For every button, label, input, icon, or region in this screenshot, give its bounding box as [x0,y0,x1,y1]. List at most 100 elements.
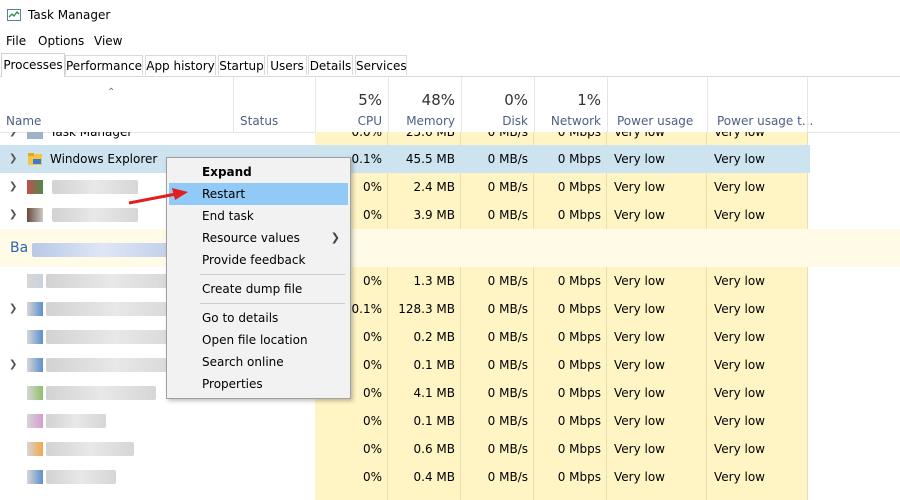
chevron-right-icon: ❯ [330,231,340,244]
cell-network: 0 Mbps [557,442,601,456]
table-row[interactable]: 0% 0.4 MB 0 MB/s 0 Mbps Very low Very low [0,463,810,491]
cell-power: Very low [614,470,665,484]
menu-item-open-file-location[interactable]: Open file location [169,329,348,351]
folder-icon [28,153,42,165]
menu-view[interactable]: View [94,34,122,48]
cell-cpu: 0% [362,470,382,484]
task-manager-icon [7,9,21,21]
group-label: Ba [10,240,29,256]
blurred-name [46,414,106,428]
cell-disk: 0 MB/s [487,358,528,372]
tab-processes[interactable]: Processes [1,53,65,77]
red-arrow-annotation [128,188,188,205]
cell-network: 0 Mbps [557,414,601,428]
cell-trend: Very low [714,302,765,316]
cell-memory: 4.1 MB [413,386,455,400]
cell-cpu: 0% [362,414,382,428]
cell-disk: 0 MB/s [487,442,528,456]
menu-item-expand[interactable]: Expand [169,161,348,183]
table-row[interactable]: ❯ 0% 0.1 MB 0 MB/s 0 Mbps Very low Very low [0,351,810,379]
table-row[interactable]: 0% 0.6 MB 0 MB/s 0 Mbps Very low Very low [0,435,810,463]
cell-power: Very low [614,386,665,400]
cell-trend: Very low [714,470,765,484]
table-row-windows-explorer[interactable]: ❯ Windows Explorer 0.1% 45.5 MB 0 MB/s 0… [0,145,810,173]
table-row[interactable]: ❯ 0% 2.4 MB 0 MB/s 0 Mbps Very low Very … [0,173,810,201]
group-header[interactable]: Ba [0,229,900,267]
cell-network: 0 Mbps [557,358,601,372]
cell-network: 0 Mbps [557,330,601,344]
app-icon [27,470,43,484]
cell-network: 0 Mbps [557,274,601,288]
cell-memory: 0.6 MB [413,442,455,456]
cell-memory: 128.3 MB [398,302,455,316]
menu-item-end-task[interactable]: End task [169,205,348,227]
app-icon [27,302,43,316]
cell-trend: Very low [714,442,765,456]
table-row[interactable]: 0% 1.3 MB 0 MB/s 0 Mbps Very low Very low [0,267,810,295]
col-memory[interactable]: Memory [388,114,455,128]
cell-memory: 0.1 MB [413,414,455,428]
blurred-name [46,386,156,400]
menu-item-provide-feedback[interactable]: Provide feedback [169,249,348,271]
blurred-name [46,274,176,288]
cell-network: 0 Mbps [557,470,601,484]
tab-strip: Processes Performance App history Startu… [0,53,900,77]
cell-memory: 0.1 MB [413,358,455,372]
chevron-right-icon[interactable]: ❯ [9,201,17,229]
blurred-name [46,330,184,344]
col-power-usage[interactable]: Power usage [617,114,693,128]
cell-disk: 0 MB/s [487,302,528,316]
chevron-right-icon[interactable]: ❯ [9,351,17,379]
chevron-right-icon[interactable]: ❯ [9,132,17,146]
menu-item-restart[interactable]: Restart [169,183,348,205]
menu-item-properties[interactable]: Properties [169,373,348,395]
blurred-name [52,208,138,222]
blurred-name [46,358,184,372]
cell-trend: Very low [714,358,765,372]
table-row[interactable]: 0% 4.1 MB 0 MB/s 0 Mbps Very low Very low [0,379,810,407]
blurred-name [46,302,184,316]
table-row[interactable]: 0% 0.2 MB 0 MB/s 0 Mbps Very low Very low [0,323,810,351]
tab-users[interactable]: Users [267,55,307,75]
chevron-right-icon[interactable]: ❯ [9,173,17,201]
cell-disk: 0 MB/s [487,470,528,484]
blurred-name [46,470,116,484]
menu-file[interactable]: File [6,34,26,48]
task-manager-icon [27,132,43,139]
cell-power: Very low [614,302,665,316]
col-disk[interactable]: Disk [461,114,528,128]
cell-power: Very low [614,442,665,456]
tab-startup[interactable]: Startup [218,55,265,75]
tab-performance[interactable]: Performance [65,55,143,75]
menu-item-create-dump-file[interactable]: Create dump file [169,278,348,300]
process-name: Windows Explorer [50,152,158,166]
tab-app-history[interactable]: App history [145,55,216,75]
app-icon [27,442,43,456]
col-network[interactable]: Network [534,114,601,128]
cell-cpu: 0% [362,442,382,456]
title-bar: Task Manager [0,0,900,30]
col-status[interactable]: Status [240,114,278,128]
chevron-right-icon[interactable]: ❯ [9,145,17,173]
col-name[interactable]: Name [6,114,41,128]
table-row[interactable]: ❯ 0.1% 128.3 MB 0 MB/s 0 Mbps Very low Very lo… [0,295,810,323]
menu-options[interactable]: Options [38,34,84,48]
sort-up-icon: ⌃ [107,87,116,98]
cell-network: 0 Mbps [557,386,601,400]
menu-item-search-online[interactable]: Search online [169,351,348,373]
col-power-trend[interactable]: Power usage t... [717,114,813,128]
blurred-name [32,243,172,257]
table-row[interactable]: ❯ Task Manager 0.0% 25.6 MB 0 MB/s 0 Mbp… [0,132,810,146]
tab-details[interactable]: Details [308,55,353,75]
cell-disk: 0 MB/s [487,274,528,288]
cell-power: Very low [614,330,665,344]
table-row[interactable]: 0% 0.1 MB 0 MB/s 0 Mbps Very low Very low [0,407,810,435]
chevron-right-icon[interactable]: ❯ [9,295,17,323]
cell-memory: 0.4 MB [413,470,455,484]
menu-item-go-to-details[interactable]: Go to details [169,307,348,329]
tab-services[interactable]: Services [355,55,407,75]
menu-item-resource-values[interactable]: Resource values ❯ [169,227,348,249]
memory-total: 48% [421,91,455,109]
table-row[interactable]: ❯ 0% 3.9 MB 0 MB/s 0 Mbps Very low Very … [0,201,810,229]
col-cpu[interactable]: CPU [315,114,382,128]
